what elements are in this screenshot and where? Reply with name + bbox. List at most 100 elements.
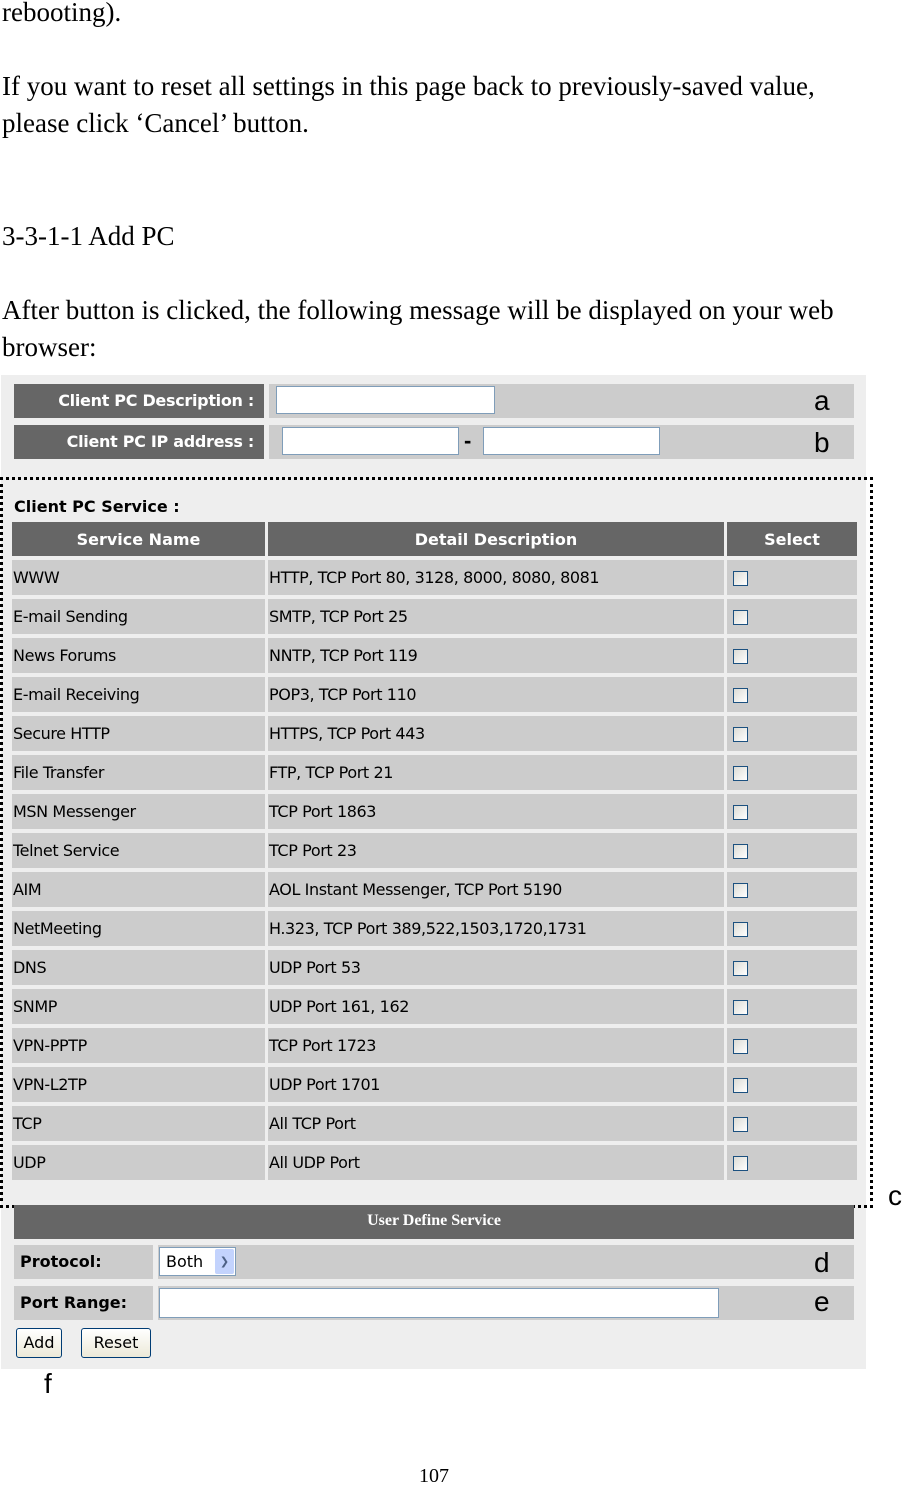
service-name: File Transfer	[12, 755, 265, 790]
service-select-cell	[727, 1028, 857, 1063]
service-select-cell	[727, 989, 857, 1024]
service-select-cell	[727, 872, 857, 907]
service-row: VPN-PPTP TCP Port 1723	[12, 1028, 857, 1063]
service-select-checkbox[interactable]	[733, 610, 748, 625]
service-detail: TCP Port 23	[268, 833, 724, 868]
service-name: AIM	[12, 872, 265, 907]
service-table-header: Service Name Detail Description Select	[12, 522, 857, 556]
service-select-checkbox[interactable]	[733, 1117, 748, 1132]
service-detail: All UDP Port	[268, 1145, 724, 1180]
service-select-cell	[727, 1067, 857, 1102]
header-detail-description: Detail Description	[268, 522, 724, 556]
paragraph-rebooting: rebooting).	[2, 0, 122, 27]
service-select-checkbox[interactable]	[733, 961, 748, 976]
service-select-checkbox[interactable]	[733, 883, 748, 898]
service-select-cell	[727, 716, 857, 751]
protocol-label: Protocol:	[14, 1245, 153, 1279]
service-row: News Forums NNTP, TCP Port 119	[12, 638, 857, 673]
service-row: File Transfer FTP, TCP Port 21	[12, 755, 857, 790]
service-select-checkbox[interactable]	[733, 844, 748, 859]
service-row: Secure HTTP HTTPS, TCP Port 443	[12, 716, 857, 751]
service-select-cell	[727, 950, 857, 985]
service-select-checkbox[interactable]	[733, 922, 748, 937]
service-name: DNS	[12, 950, 265, 985]
ip-range-separator: -	[464, 428, 472, 453]
service-select-checkbox[interactable]	[733, 688, 748, 703]
service-select-checkbox[interactable]	[733, 1000, 748, 1015]
service-select-cell	[727, 794, 857, 829]
client-pc-description-input[interactable]	[276, 386, 495, 414]
service-detail: NNTP, TCP Port 119	[268, 638, 724, 673]
service-select-cell	[727, 677, 857, 712]
add-button[interactable]: Add	[16, 1328, 62, 1358]
service-select-checkbox[interactable]	[733, 766, 748, 781]
protocol-selected-value: Both	[166, 1252, 204, 1271]
service-select-cell	[727, 911, 857, 946]
port-range-input[interactable]	[159, 1288, 719, 1318]
service-row: Telnet Service TCP Port 23	[12, 833, 857, 868]
service-detail: FTP, TCP Port 21	[268, 755, 724, 790]
service-name: Secure HTTP	[12, 716, 265, 751]
service-row: NetMeeting H.323, TCP Port 389,522,1503,1…	[12, 911, 857, 946]
service-select-cell	[727, 755, 857, 790]
service-detail: UDP Port 53	[268, 950, 724, 985]
service-detail: SMTP, TCP Port 25	[268, 599, 724, 634]
service-row: AIM AOL Instant Messenger, TCP Port 5190	[12, 872, 857, 907]
service-select-checkbox[interactable]	[733, 649, 748, 664]
service-row: VPN-L2TP UDP Port 1701	[12, 1067, 857, 1102]
service-name: WWW	[12, 560, 265, 595]
service-name: NetMeeting	[12, 911, 265, 946]
service-detail: All TCP Port	[268, 1106, 724, 1141]
service-name: SNMP	[12, 989, 265, 1024]
service-detail: HTTP, TCP Port 80, 3128, 8000, 8080, 808…	[268, 560, 724, 595]
service-detail: AOL Instant Messenger, TCP Port 5190	[268, 872, 724, 907]
header-select: Select	[727, 522, 857, 556]
ip-start-input[interactable]	[282, 427, 459, 455]
paragraph-intro: After button is clicked, the following m…	[2, 295, 834, 362]
service-row: E-mail Receiving POP3, TCP Port 110	[12, 677, 857, 712]
section-heading: 3-3-1-1 Add PC	[2, 221, 175, 251]
service-name: Telnet Service	[12, 833, 265, 868]
service-name: UDP	[12, 1145, 265, 1180]
service-row: DNS UDP Port 53	[12, 950, 857, 985]
service-name: E-mail Sending	[12, 599, 265, 634]
callout-e: e	[814, 1286, 830, 1317]
reset-button[interactable]: Reset	[81, 1328, 151, 1358]
service-select-checkbox[interactable]	[733, 805, 748, 820]
callout-b: b	[814, 427, 830, 458]
service-row: UDP All UDP Port	[12, 1145, 857, 1180]
service-select-checkbox[interactable]	[733, 1156, 748, 1171]
ip-end-input[interactable]	[483, 427, 660, 455]
service-detail: UDP Port 161, 162	[268, 989, 724, 1024]
service-select-cell	[727, 833, 857, 868]
service-select-checkbox[interactable]	[733, 571, 748, 586]
user-define-service-header: User Define Service	[14, 1205, 854, 1239]
chevron-down-icon[interactable]: ❯	[215, 1249, 234, 1274]
service-detail: HTTPS, TCP Port 443	[268, 716, 724, 751]
service-detail: POP3, TCP Port 110	[268, 677, 724, 712]
service-detail: TCP Port 1723	[268, 1028, 724, 1063]
service-name: TCP	[12, 1106, 265, 1141]
service-detail: UDP Port 1701	[268, 1067, 724, 1102]
client-pc-ip-label: Client PC IP address :	[14, 425, 264, 459]
header-service-name: Service Name	[12, 522, 265, 556]
callout-d: d	[814, 1247, 830, 1278]
service-select-checkbox[interactable]	[733, 727, 748, 742]
callout-f: f	[44, 1368, 52, 1399]
service-row: TCP All TCP Port	[12, 1106, 857, 1141]
paragraph-cancel-instructions: If you want to reset all settings in thi…	[2, 71, 815, 138]
service-detail: TCP Port 1863	[268, 794, 724, 829]
service-select-checkbox[interactable]	[733, 1039, 748, 1054]
service-name: VPN-L2TP	[12, 1067, 265, 1102]
service-name: MSN Messenger	[12, 794, 265, 829]
service-name: VPN-PPTP	[12, 1028, 265, 1063]
service-select-checkbox[interactable]	[733, 1078, 748, 1093]
client-pc-service-title: Client PC Service :	[14, 497, 180, 516]
protocol-select[interactable]: Both ❯	[159, 1247, 236, 1276]
client-pc-description-label: Client PC Description :	[14, 384, 264, 418]
service-select-cell	[727, 1145, 857, 1180]
service-row: MSN Messenger TCP Port 1863	[12, 794, 857, 829]
service-select-cell	[727, 599, 857, 634]
service-table: Service Name Detail Description Select W…	[9, 518, 860, 1184]
port-range-label: Port Range:	[14, 1286, 153, 1320]
